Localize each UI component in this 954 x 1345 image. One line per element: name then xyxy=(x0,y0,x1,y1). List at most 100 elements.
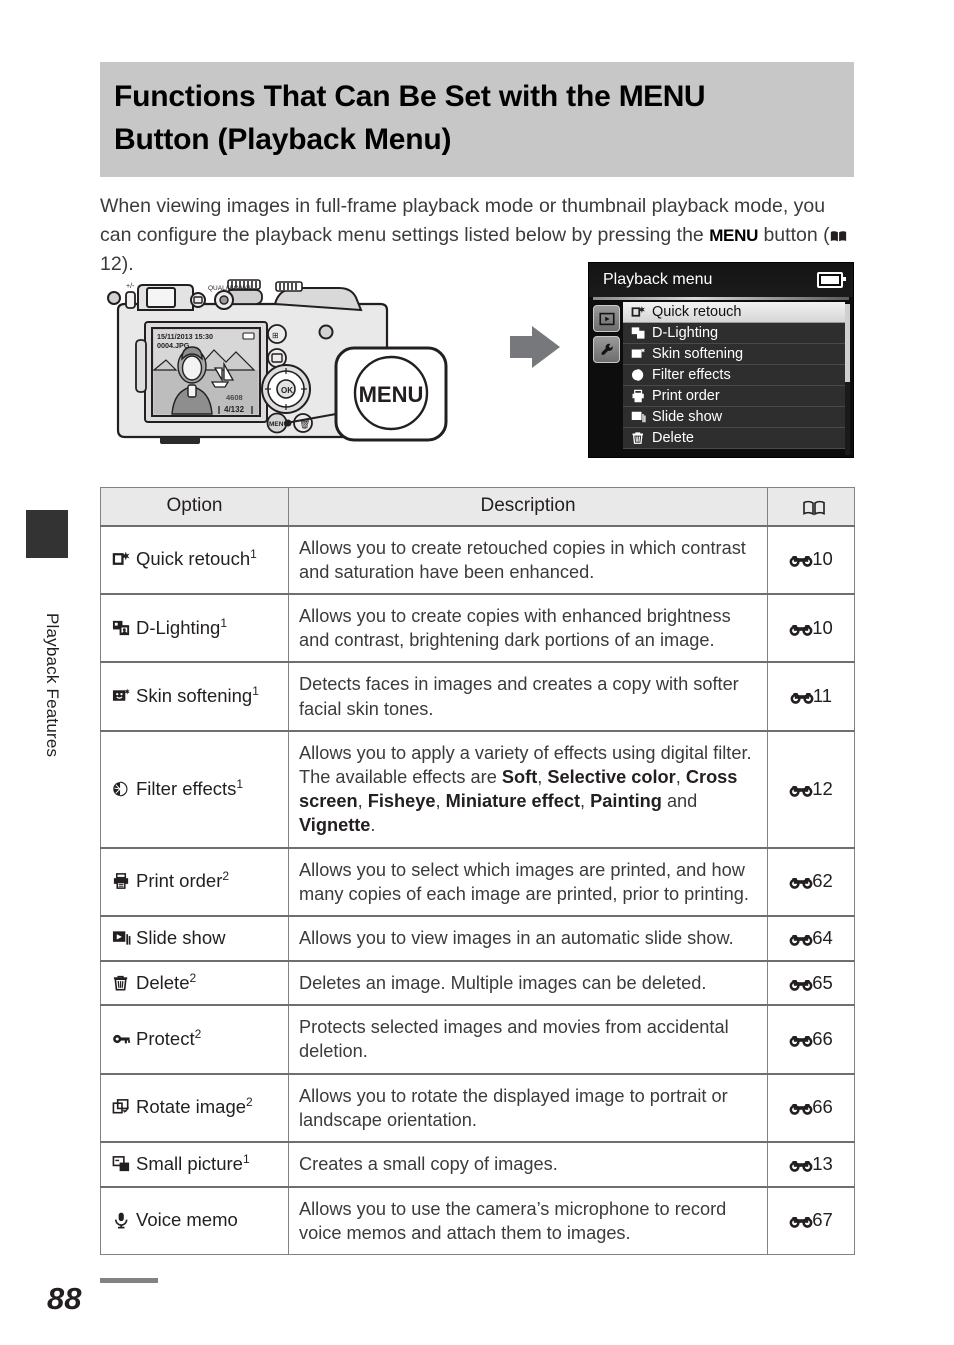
delete-trash-icon xyxy=(629,431,647,446)
playback-menu-item-slide-show[interactable]: Slide show xyxy=(623,407,845,428)
playback-menu-item-filter-effects[interactable]: Filter effects xyxy=(623,365,845,386)
reference-cell: 62 xyxy=(767,847,855,917)
option-label: Small picture xyxy=(136,1152,243,1174)
advanced-section-icon xyxy=(789,1102,813,1116)
description-cell: Allows you to apply a variety of effects… xyxy=(288,730,768,849)
option-footnote: 1 xyxy=(236,776,244,791)
d-lighting-icon xyxy=(629,326,647,341)
reference-cell: 11 xyxy=(767,661,855,732)
advanced-section-icon xyxy=(789,1215,813,1229)
page-title-band: Functions That Can Be Set with the MENU B… xyxy=(100,62,854,178)
d-lighting-icon xyxy=(112,619,131,637)
option-label: Filter effects xyxy=(136,777,237,799)
description-cell: Allows you to select which images are pr… xyxy=(288,847,768,917)
reference-page: 11 xyxy=(812,685,833,707)
book-icon xyxy=(802,500,825,516)
column-header-option: Option xyxy=(100,487,289,527)
playback-tab-icon[interactable] xyxy=(593,305,620,332)
table-row: Delete2 Deletes an image. Multiple images… xyxy=(100,960,855,1006)
playback-menu-item-list: Quick retouch D-Lighting Skin softening Fil… xyxy=(623,300,845,457)
playback-menu-header: Playback menu xyxy=(589,263,853,297)
reference-cell: 66 xyxy=(767,1004,855,1075)
table-row: Protect2 Protects selected images and mov… xyxy=(100,1004,855,1075)
option-label: Delete xyxy=(136,971,190,993)
page-title: Functions That Can Be Set with the MENU B… xyxy=(114,76,838,161)
option-footnote: 1 xyxy=(220,615,228,630)
description-cell: Allows you to create retouched copies in… xyxy=(288,524,768,595)
playback-menu-item-label: Filter effects xyxy=(652,367,731,383)
description-cell: Protects selected images and movies from… xyxy=(288,1004,768,1075)
advanced-section-icon xyxy=(789,876,813,890)
option-label: Protect xyxy=(136,1028,195,1050)
chapter-label: Playback Features xyxy=(43,612,62,758)
page-number: 88 xyxy=(47,1281,82,1316)
advanced-section-icon xyxy=(789,784,813,797)
slide-show-icon xyxy=(112,929,131,947)
playback-menu-item-label: Skin softening xyxy=(652,346,744,362)
reference-page: 10 xyxy=(812,616,833,638)
option-cell: Protect2 xyxy=(100,1004,289,1075)
option-label: Voice memo xyxy=(136,1209,238,1231)
lcd-filename: 0004.JPG xyxy=(157,341,190,350)
reference-page: 10 xyxy=(812,548,833,570)
playback-menu-item-label: Quick retouch xyxy=(652,304,742,320)
svg-text:+/-: +/- xyxy=(126,283,135,290)
description-cell: Creates a small copy of images. xyxy=(288,1141,768,1188)
reference-cell: 67 xyxy=(767,1186,855,1255)
table-row: Small picture1 Creates a small copy of im… xyxy=(100,1141,855,1188)
option-label: Rotate image xyxy=(136,1096,247,1118)
reference-page: 12 xyxy=(812,777,833,799)
advanced-section-icon xyxy=(789,554,813,568)
playback-menu-scrollbar[interactable] xyxy=(845,304,850,455)
reference-cell: 64 xyxy=(767,915,855,962)
option-label: Quick retouch xyxy=(136,548,251,570)
advanced-section-icon xyxy=(789,1034,813,1047)
playback-menu-item-quick-retouch[interactable]: Quick retouch xyxy=(623,302,845,323)
scrollbar-thumb[interactable] xyxy=(845,304,850,382)
option-footnote: 1 xyxy=(250,547,257,562)
playback-menu-item-skin-softening[interactable]: Skin softening xyxy=(623,344,845,365)
playback-menu-item-delete[interactable]: Delete xyxy=(623,428,845,449)
option-label: Skin softening xyxy=(136,685,253,707)
figure-camera-and-menu: +/- QUAL/ISO/WB 15/11/2013 15:30 0004.JP… xyxy=(100,258,860,463)
playback-menu-item-d-lighting[interactable]: D-Lighting xyxy=(623,323,845,344)
table-row: Slide show Allows you to view images in a… xyxy=(100,915,855,962)
table-row: Skin softening1 Detects faces in images a… xyxy=(100,661,855,732)
delete-trash-icon xyxy=(112,974,131,992)
print-order-icon xyxy=(629,389,647,404)
small-picture-icon xyxy=(112,1155,131,1173)
option-cell: Delete2 xyxy=(100,960,289,1006)
playback-menu-item-print-order[interactable]: Print order xyxy=(623,386,845,407)
option-cell: Small picture1 xyxy=(100,1141,289,1188)
chapter-tab-marker xyxy=(26,510,68,558)
setup-wrench-tab-icon[interactable] xyxy=(593,336,620,363)
page-footer-rule xyxy=(100,1278,158,1283)
description-cell: Allows you to use the camera’s microphon… xyxy=(288,1186,768,1255)
quick-retouch-icon xyxy=(112,550,131,568)
playback-options-table: Option Description Quick retouch1 Allows … xyxy=(100,487,855,1255)
advanced-section-icon xyxy=(789,978,813,991)
svg-text:⊞: ⊞ xyxy=(272,331,279,340)
column-header-description: Description xyxy=(288,487,768,527)
reference-page: 13 xyxy=(812,1152,833,1174)
reference-cell: 13 xyxy=(767,1141,855,1188)
voice-memo-icon xyxy=(112,1211,131,1229)
option-footnote: 1 xyxy=(242,1151,250,1166)
reference-page: 67 xyxy=(812,1209,833,1231)
lcd-frame-counter: 4/132 xyxy=(224,405,245,414)
page-title-menu-word: MENU xyxy=(618,80,706,113)
reference-cell: 66 xyxy=(767,1073,855,1143)
option-cell: D-Lighting1 xyxy=(100,593,289,663)
option-label: Print order xyxy=(136,870,223,892)
option-footnote: 1 xyxy=(252,684,259,699)
option-cell: Quick retouch1 xyxy=(100,524,289,595)
reference-page: 65 xyxy=(812,971,833,993)
lcd-quality: 4608 xyxy=(226,393,243,402)
reference-cell: 10 xyxy=(767,524,855,595)
reference-cell: 10 xyxy=(767,593,855,663)
flow-arrow-icon xyxy=(506,324,586,384)
option-footnote: 2 xyxy=(246,1095,253,1110)
reference-page: 62 xyxy=(812,870,833,892)
option-cell: Slide show xyxy=(100,915,289,962)
table-row: Rotate image2 Allows you to rotate the di… xyxy=(100,1073,855,1143)
